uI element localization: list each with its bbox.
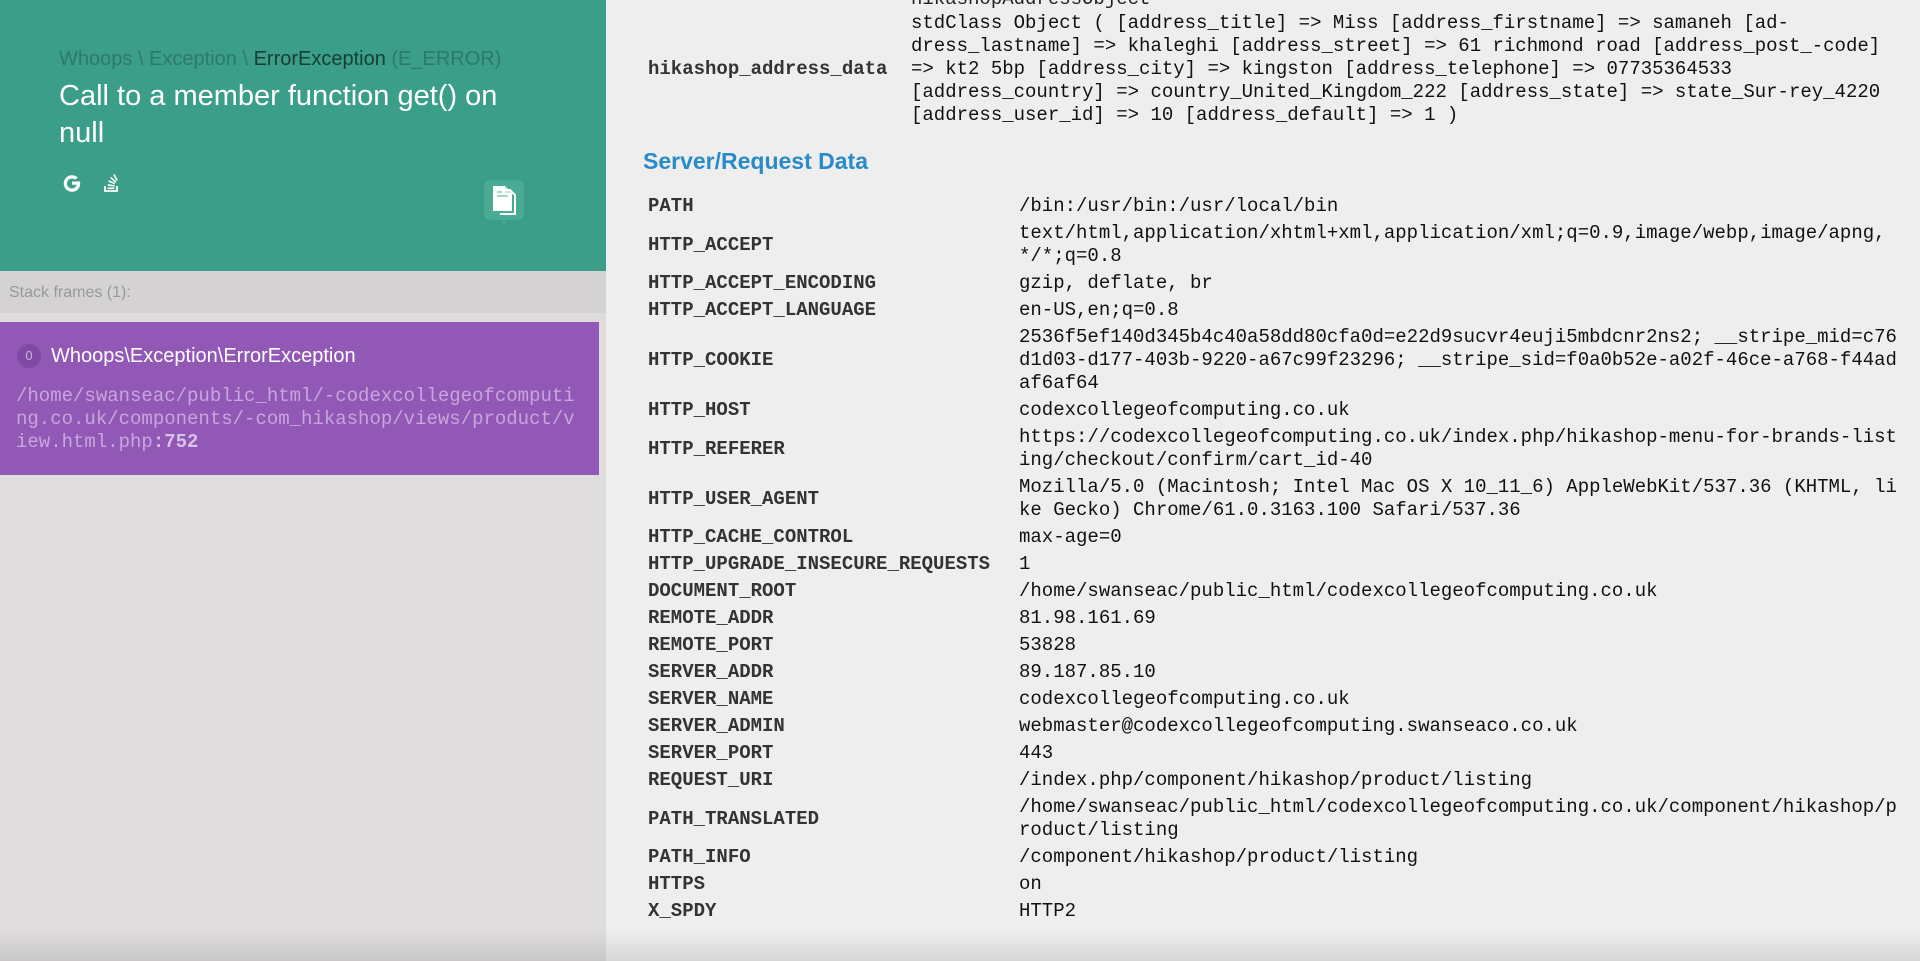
row-value: gzip, deflate, br — [1019, 272, 1213, 294]
table-row: HTTP_ACCEPT_LANGUAGE en-US,en;q=0.8 — [642, 297, 1904, 324]
table-row: DOCUMENT_ROOT/home/swanseac/public_html/… — [642, 578, 1904, 605]
row-value: Mozilla/5.0 (Macintosh; Intel Mac OS X 1… — [1019, 476, 1897, 521]
table-row: PATH/bin:/usr/bin:/usr/local/bin — [642, 193, 1904, 220]
frame-class-name: Whoops\Exception\ErrorException — [51, 345, 356, 367]
table-row: HTTP_USER_AGENT Mozilla/5.0 (Macintosh; I… — [642, 474, 1904, 524]
row-key: HTTP_ACCEPT_ENCODING — [648, 272, 877, 294]
left-panel: Whoops \ Exception \ ErrorException (E_E… — [0, 0, 606, 961]
row-value: HTTP2 — [1019, 900, 1077, 922]
table-row: PATH_INFO/component/hikashop/product/lis… — [642, 844, 1904, 871]
table-row: SERVER_ADDR 89.187.85.10 — [642, 659, 1904, 686]
row-value: 53828 — [1019, 634, 1077, 656]
table-row: HTTP_ACCEPT_ENCODING gzip, deflate, br — [642, 270, 1904, 297]
row-key: REMOTE_PORT — [648, 634, 774, 656]
copy-clipboard-icon[interactable] — [480, 176, 528, 232]
table-row: X_SPDY HTTP2 — [642, 898, 1904, 925]
exception-breadcrumb: Whoops \ Exception \ ErrorException (E_E… — [59, 48, 501, 71]
exception-header: Whoops \ Exception \ ErrorException (E_E… — [0, 0, 606, 271]
row-value: /home/swanseac/public_html/codexcollegeo… — [1019, 796, 1897, 841]
row-key: SERVER_ADMIN — [648, 715, 785, 737]
truncated-row-value: hikashopAddressObject — [911, 0, 1150, 10]
row-value: webmaster@codexcollegeofcomputing.swanse… — [1019, 715, 1578, 737]
exception-code: (E_ERROR) — [385, 48, 502, 70]
address-data-key: hikashop_address_data — [648, 58, 888, 80]
row-value: codexcollegeofcomputing.co.uk — [1019, 688, 1350, 710]
table-row: HTTP_UPGRADE_INSECURE_REQUESTS 1 — [642, 551, 1904, 578]
row-key: HTTP_REFERER — [648, 437, 785, 460]
row-key: SERVER_PORT — [648, 742, 774, 764]
table-row: HTTP_COOKIE 2536f5ef140d345b4c40a58dd80cf… — [642, 324, 1904, 397]
row-key: PATH_INFO — [648, 846, 751, 868]
table-row: SERVER_ADMIN webmaster@codexcollegeofcomp… — [642, 713, 1904, 740]
frame-index-badge: 0 — [17, 344, 41, 368]
row-key: REMOTE_ADDR — [648, 607, 774, 629]
server-request-table: PATH/bin:/usr/bin:/usr/local/bin HTTP_ACC… — [642, 193, 1904, 925]
table-row: HTTPS on — [642, 871, 1904, 898]
details-panel: hikashopAddressObject hikashop_address_d… — [606, 0, 1920, 961]
address-data-value: stdClass Object ( [address_title] => Mis… — [911, 12, 1881, 126]
row-value: codexcollegeofcomputing.co.uk — [1019, 399, 1350, 421]
row-key: HTTP_USER_AGENT — [648, 487, 820, 510]
row-value: 443 — [1019, 742, 1054, 764]
exception-message: Call to a member function get() on null — [59, 80, 498, 149]
row-value: max-age=0 — [1019, 526, 1122, 548]
search-actions — [59, 170, 125, 196]
stack-frames-header: Stack frames (1): — [0, 271, 606, 313]
breadcrumb-whoops: Whoops — [59, 48, 133, 70]
row-key: X_SPDY — [648, 900, 717, 922]
google-search-icon[interactable] — [59, 170, 85, 196]
row-key: SERVER_ADDR — [648, 661, 774, 683]
table-row: REQUEST_URI/index.php/component/hikashop… — [642, 767, 1904, 794]
row-key: HTTP_ACCEPT — [648, 233, 774, 256]
row-key: DOCUMENT_ROOT — [648, 580, 797, 602]
breadcrumb-error-exception: ErrorException — [253, 48, 386, 70]
row-key: PATH_TRANSLATED — [648, 807, 820, 830]
server-request-data-title: Server/Request Data — [643, 148, 868, 174]
row-key: HTTP_CACHE_CONTROL — [648, 526, 854, 548]
row-value: /bin:/usr/bin:/usr/local/bin — [1019, 195, 1339, 217]
row-key: PATH — [648, 195, 694, 217]
row-value: en-US,en;q=0.8 — [1019, 299, 1179, 321]
table-row: REMOTE_ADDR 81.98.161.69 — [642, 605, 1904, 632]
frame-line-number: :752 — [152, 431, 199, 453]
row-value: 81.98.161.69 — [1019, 607, 1156, 629]
row-key: HTTP_ACCEPT_LANGUAGE — [648, 299, 877, 321]
table-row: HTTP_HOST codexcollegeofcomputing.co.uk — [642, 397, 1904, 424]
row-value: /index.php/component/hikashop/product/li… — [1019, 769, 1533, 791]
row-value: /home/swanseac/public_html/codexcollegeo… — [1019, 580, 1658, 602]
row-key: HTTP_UPGRADE_INSECURE_REQUESTS — [648, 553, 991, 575]
table-row: SERVER_PORT 443 — [642, 740, 1904, 767]
row-value: https://codexcollegeofcomputing.co.uk/in… — [1019, 426, 1897, 471]
table-row: HTTP_CACHE_CONTROL max-age=0 — [642, 524, 1904, 551]
frame-file-path: /home/swanseac/public_html/-codexcollege… — [16, 385, 576, 454]
breadcrumb-separator: \ — [132, 48, 150, 70]
row-value: 89.187.85.10 — [1019, 661, 1156, 683]
table-row: PATH_TRANSLATED/home/swanseac/public_htm… — [642, 794, 1904, 844]
row-key: REQUEST_URI — [648, 769, 774, 791]
breadcrumb-separator: \ — [236, 48, 254, 70]
stackoverflow-icon[interactable] — [99, 170, 125, 196]
row-value: /component/hikashop/product/listing — [1019, 846, 1419, 868]
row-key: HTTPS — [648, 873, 706, 895]
table-row: SERVER_NAME codexcollegeofcomputing.co.uk — [642, 686, 1904, 713]
breadcrumb-exception: Exception — [149, 48, 237, 70]
table-row: HTTP_ACCEPT text/html,application/xhtml+x… — [642, 220, 1904, 270]
row-key: SERVER_NAME — [648, 688, 774, 710]
row-value: 2536f5ef140d345b4c40a58dd80cfa0d=e22d9su… — [1019, 326, 1897, 394]
row-value: 1 — [1019, 553, 1031, 575]
row-value: text/html,application/xhtml+xml,applicat… — [1019, 222, 1886, 267]
table-row: REMOTE_PORT 53828 — [642, 632, 1904, 659]
row-key: HTTP_COOKIE — [648, 349, 774, 371]
row-key: HTTP_HOST — [648, 399, 751, 421]
row-value: on — [1019, 873, 1042, 895]
frame-file-name: /home/swanseac/public_html/-codexcollege… — [16, 385, 575, 453]
table-row: HTTP_REFERER https://codexcollegeofcomput… — [642, 424, 1904, 474]
